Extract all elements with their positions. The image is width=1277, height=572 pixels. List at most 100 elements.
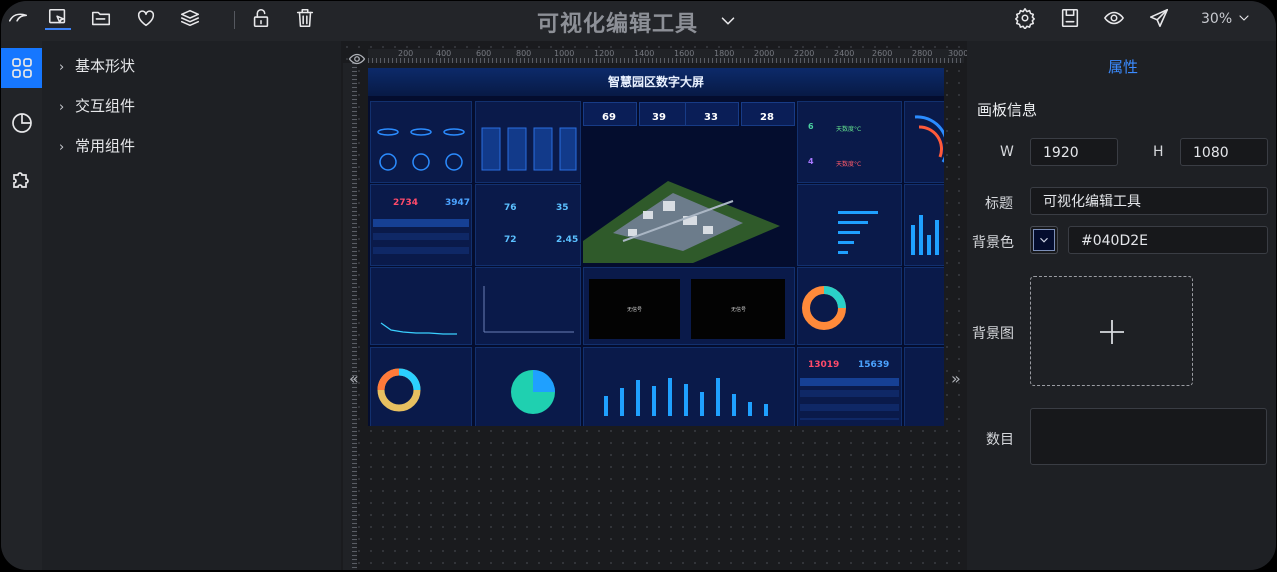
weather-value: 4 bbox=[808, 157, 814, 166]
ruler-tick: 600 bbox=[476, 49, 492, 58]
height-input[interactable]: 1080 bbox=[1180, 138, 1268, 166]
donut-card bbox=[797, 267, 902, 345]
dash-card bbox=[475, 267, 581, 345]
plus-icon bbox=[1100, 320, 1124, 344]
collapse-left-icon[interactable]: « bbox=[349, 369, 359, 388]
table-header bbox=[373, 219, 469, 227]
data-textarea[interactable] bbox=[1030, 408, 1267, 465]
table-rows bbox=[373, 233, 469, 261]
ruler-tick: 2400 bbox=[834, 49, 855, 58]
kpi-value: 39 bbox=[652, 112, 666, 123]
app-title[interactable]: 可视化编辑工具 bbox=[537, 6, 698, 38]
stat-value: 2.45 bbox=[556, 235, 579, 245]
select-icon[interactable] bbox=[46, 6, 70, 30]
title-label: 标题 bbox=[985, 196, 1013, 212]
left-rail bbox=[1, 41, 42, 570]
axis-graphic bbox=[483, 286, 574, 333]
ruler-tick: 2000 bbox=[754, 49, 775, 58]
weather-text: 天数度°C bbox=[836, 126, 862, 133]
section-title: 画板信息 bbox=[977, 101, 1038, 119]
component-group-basic-shapes[interactable]: › 基本形状 bbox=[59, 55, 135, 76]
eye-icon[interactable] bbox=[1102, 6, 1126, 30]
bg-color-label: 背景色 bbox=[972, 235, 1014, 251]
unlock-icon[interactable] bbox=[249, 6, 273, 30]
collapse-right-icon[interactable]: » bbox=[951, 369, 961, 388]
dash-card bbox=[904, 184, 944, 266]
dash-card bbox=[370, 101, 472, 183]
active-tool-indicator bbox=[45, 28, 71, 30]
top-toolbar: 可视化编辑工具 30% bbox=[1, 1, 1276, 41]
title-input[interactable]: 可视化编辑工具 bbox=[1030, 187, 1268, 215]
ruler-visibility-eye-icon[interactable] bbox=[345, 47, 369, 71]
zoom-level[interactable]: 30% bbox=[1201, 11, 1232, 27]
kpi-value: 33 bbox=[704, 112, 718, 123]
pie-graphic bbox=[511, 370, 555, 414]
dashboard-preview[interactable]: 智慧园区数字大屏 69 39 33 28 6 天数度°C 4 天数度°C 273… bbox=[368, 68, 944, 426]
dash-card bbox=[797, 184, 902, 266]
layers-icon[interactable] bbox=[178, 6, 202, 30]
charts-tab[interactable] bbox=[1, 103, 42, 143]
folder-icon[interactable] bbox=[89, 6, 113, 30]
ruler-tick: 400 bbox=[436, 49, 452, 58]
donut-graphic bbox=[802, 286, 846, 330]
stat-pair-card: 13019 15639 bbox=[797, 347, 902, 426]
component-group-interactive[interactable]: › 交互组件 bbox=[59, 95, 135, 116]
bg-color-input[interactable]: #040D2E bbox=[1068, 226, 1268, 254]
stats-card: 76 35 72 2.45 bbox=[475, 184, 581, 266]
bg-image-label: 背景图 bbox=[972, 326, 1014, 342]
table-header bbox=[800, 378, 899, 386]
ruler-tick: 1800 bbox=[714, 49, 735, 58]
color-picker[interactable] bbox=[1030, 226, 1058, 254]
chevron-right-icon: › bbox=[59, 100, 65, 115]
data-label: 数目 bbox=[986, 432, 1014, 448]
ruler-tick: 1600 bbox=[674, 49, 695, 58]
chevron-down-icon[interactable] bbox=[716, 9, 740, 33]
kpi-value: 28 bbox=[760, 112, 774, 123]
weather-card: 6 天数度°C 4 天数度°C bbox=[797, 101, 902, 183]
dash-card bbox=[475, 101, 581, 183]
weather-value: 6 bbox=[808, 122, 814, 131]
gear-icon[interactable] bbox=[1013, 6, 1037, 30]
chevron-right-icon: › bbox=[59, 60, 65, 75]
ruler-tick: 1000 bbox=[554, 49, 575, 58]
ruler-tick: 2200 bbox=[794, 49, 815, 58]
ruler-tick: 3000 bbox=[948, 49, 969, 58]
vertical-ruler bbox=[343, 63, 357, 570]
send-icon[interactable] bbox=[1147, 6, 1171, 30]
heart-icon[interactable] bbox=[134, 6, 158, 30]
video-label: 无信号 bbox=[627, 307, 643, 313]
app-logo-icon bbox=[6, 7, 30, 31]
gauge-graphic bbox=[914, 115, 944, 163]
tab-properties[interactable]: 属性 bbox=[1108, 56, 1138, 77]
ruler-tick: 1200 bbox=[594, 49, 615, 58]
ruler-tick: 200 bbox=[398, 49, 414, 58]
app-window: 可视化编辑工具 30% › 基本形状 › 交互组件 › 常用组件 200 400… bbox=[1, 1, 1276, 570]
toolbar-divider bbox=[234, 11, 235, 29]
dash-card bbox=[904, 267, 944, 345]
width-input[interactable]: 1920 bbox=[1030, 138, 1118, 166]
bar-list-graphic bbox=[838, 211, 878, 254]
line-chart-graphic bbox=[380, 322, 457, 335]
zoom-chevron-down-icon[interactable] bbox=[1232, 6, 1256, 30]
trash-icon[interactable] bbox=[293, 6, 317, 30]
dash-card: 2734 3947 bbox=[370, 184, 472, 266]
ring-graphic bbox=[377, 368, 421, 412]
chevron-down-icon bbox=[1033, 229, 1055, 251]
components-tab[interactable] bbox=[1, 48, 42, 88]
save-icon[interactable] bbox=[1058, 6, 1082, 30]
height-label: H bbox=[1153, 144, 1164, 160]
chevron-right-icon: › bbox=[59, 140, 65, 155]
stat-value: 76 bbox=[504, 203, 517, 213]
grid-icon bbox=[11, 58, 32, 78]
dash-card bbox=[904, 101, 944, 183]
plugins-tab[interactable] bbox=[1, 159, 42, 199]
component-group-common[interactable]: › 常用组件 bbox=[59, 135, 135, 156]
width-label: W bbox=[1000, 144, 1014, 160]
horizontal-ruler: 200 400 600 800 1000 1200 1400 1600 1800… bbox=[368, 49, 968, 63]
puzzle-icon bbox=[12, 172, 29, 188]
video-label: 无信号 bbox=[731, 307, 747, 313]
component-panel bbox=[42, 41, 341, 570]
ruler-tick: 2800 bbox=[912, 49, 933, 58]
line-chart-card bbox=[370, 267, 472, 345]
bg-image-upload[interactable] bbox=[1030, 276, 1193, 386]
